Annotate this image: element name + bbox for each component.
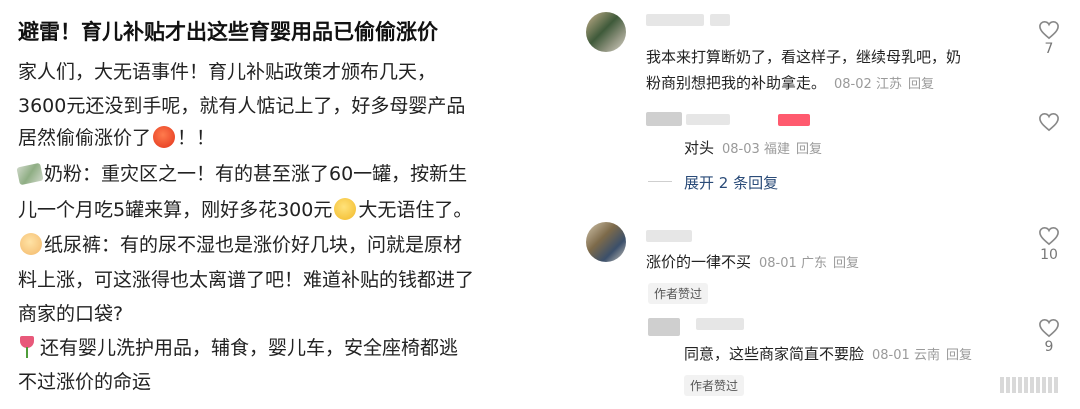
post-line: 家人们，大无语事件！育儿补贴政策才颁布几天， (18, 60, 436, 84)
comment-text-line: 涨价的一律不买 08-01 广东 回复 (646, 252, 859, 274)
watermark-bar (1024, 377, 1028, 393)
comment-meta: 08-02 江苏 回复 (834, 77, 934, 92)
reply-avatar-blurred[interactable] (648, 318, 680, 336)
post-text: 3600元还没到手呢，就有人惦记上了，好多母婴产品 (18, 95, 466, 117)
avatar[interactable] (586, 222, 626, 262)
watermark (1000, 377, 1070, 397)
username-badge-blurred (778, 114, 810, 126)
comment-text: 涨价的一律不买 (646, 253, 752, 271)
watermark-bar (1042, 377, 1046, 393)
angry-face-emoji-icon (153, 126, 176, 148)
like-button[interactable]: 9 (1036, 318, 1062, 355)
comment-text: 粉商别想把我的补助拿走。 (646, 74, 827, 92)
post-line: 商家的口袋? (18, 302, 123, 326)
post-text: 家人们，大无语事件！育儿补贴政策才颁布几天， (18, 61, 437, 83)
post-text: 奶粉：重灾区之一！有的甚至涨了60一罐，按新生 (44, 163, 468, 185)
like-count: 9 (1044, 339, 1054, 355)
heart-outline-icon (1039, 20, 1059, 40)
post-line: 奶粉：重灾区之一！有的甚至涨了60一罐，按新生 (16, 162, 468, 186)
like-button[interactable]: 7 (1036, 20, 1062, 57)
expand-replies-button[interactable]: 展开 2 条回复 (684, 172, 778, 193)
like-button[interactable]: 10 (1036, 226, 1062, 263)
post-text: 儿一个月吃5罐来算，刚好多花300元 (18, 199, 333, 221)
watermark-bar (1018, 377, 1022, 393)
author-liked-badge: 作者赞过 (684, 375, 745, 396)
post-panel: 避雷！育儿补贴才出这些育婴用品已偷偷涨价 家人们，大无语事件！育儿补贴政策才颁布… (0, 0, 568, 409)
reply-text: 同意，这些商家简直不要脸 (684, 345, 865, 363)
watermark-bar (1048, 377, 1052, 393)
post-text: 居然偷偷涨价了 (18, 127, 152, 149)
reply-meta: 08-01 云南 回复 (872, 348, 972, 363)
watermark-bar (1030, 377, 1034, 393)
comment-location: 江苏 (875, 77, 902, 92)
comment-meta: 08-01 广东 回复 (759, 256, 859, 271)
reply-date: 08-01 (872, 348, 910, 363)
tulip-emoji-icon (20, 336, 34, 358)
reply-location: 云南 (913, 348, 940, 363)
like-count: 7 (1044, 41, 1054, 57)
reply-button[interactable]: 回复 (946, 348, 972, 363)
post-line: 纸尿裤：有的尿不湿也是涨价好几块，问就是原材 (18, 233, 462, 257)
watermark-bar (1000, 377, 1004, 393)
comments-panel: 我本来打算断奶了，看这样子，继续母乳吧，奶 粉商别想把我的补助拿走。 08-02 … (568, 0, 1080, 409)
post-text: 大无语住了。 (358, 199, 473, 221)
thread-line (648, 181, 672, 182)
watermark-bar (1012, 377, 1016, 393)
username-blurred[interactable] (710, 14, 730, 26)
post-text: 料上涨，可这涨得也太离谱了吧！难道补贴的钱都进了 (18, 269, 475, 291)
post-text: 纸尿裤：有的尿不湿也是涨价好几块，问就是原材 (44, 234, 463, 256)
reply-avatar-blurred[interactable] (646, 112, 682, 126)
reply-text-line: 同意，这些商家简直不要脸 08-01 云南 回复 (684, 344, 972, 366)
baby-emoji-icon (20, 233, 42, 255)
reply-text-line: 对头 08-03 福建 回复 (684, 138, 822, 160)
author-liked-badge: 作者赞过 (648, 283, 709, 304)
reply-meta: 08-03 福建 回复 (722, 142, 822, 157)
post-text: 不过涨价的命运 (18, 371, 152, 393)
post-text: 还有婴儿洗护用品，辅食，婴儿车，安全座椅都逃 (40, 337, 459, 359)
post-line: 3600元还没到手呢，就有人惦记上了，好多母婴产品 (18, 94, 465, 118)
comment-text: 我本来打算断奶了，看这样子，继续母乳吧，奶 (646, 48, 962, 66)
watermark-bar (1036, 377, 1040, 393)
post-line: 料上涨，可这涨得也太离谱了吧！难道补贴的钱都进了 (18, 268, 474, 292)
username-blurred[interactable] (646, 14, 704, 26)
comment-date: 08-02 (834, 77, 872, 92)
like-count: 10 (1040, 247, 1058, 263)
money-wings-emoji-icon (16, 162, 44, 186)
comment-date: 08-01 (759, 256, 797, 271)
post-title: 避雷！育儿补贴才出这些育婴用品已偷偷涨价 (18, 20, 438, 44)
reply-button[interactable]: 回复 (908, 77, 934, 92)
post-text: ！！ (177, 127, 216, 149)
post-line: 还有婴儿洗护用品，辅食，婴儿车，安全座椅都逃 (18, 336, 458, 360)
reply-date: 08-03 (722, 142, 760, 157)
heart-outline-icon (1039, 318, 1059, 338)
eye-roll-emoji-icon (334, 198, 357, 220)
heart-outline-icon (1039, 226, 1059, 246)
post-line: 儿一个月吃5罐来算，刚好多花300元 大无语住了。 (18, 198, 472, 222)
reply-location: 福建 (763, 142, 790, 157)
avatar[interactable] (586, 12, 626, 52)
username-blurred[interactable] (646, 230, 692, 242)
comment-location: 广东 (800, 256, 827, 271)
reply-button[interactable]: 回复 (796, 142, 822, 157)
watermark-bar (1054, 377, 1058, 393)
heart-outline-icon (1039, 112, 1059, 132)
comment-text-line2: 粉商别想把我的补助拿走。 08-02 江苏 回复 (646, 73, 934, 95)
post-line: 不过涨价的命运 (18, 370, 151, 394)
username-blurred[interactable] (686, 114, 730, 125)
like-button[interactable] (1036, 112, 1062, 132)
post-line: 居然偷偷涨价了 ！！ (18, 126, 215, 150)
post-text: 商家的口袋? (18, 303, 124, 325)
watermark-bar (1006, 377, 1010, 393)
reply-text: 对头 (684, 139, 715, 157)
username-blurred[interactable] (696, 318, 744, 330)
reply-button[interactable]: 回复 (833, 256, 859, 271)
